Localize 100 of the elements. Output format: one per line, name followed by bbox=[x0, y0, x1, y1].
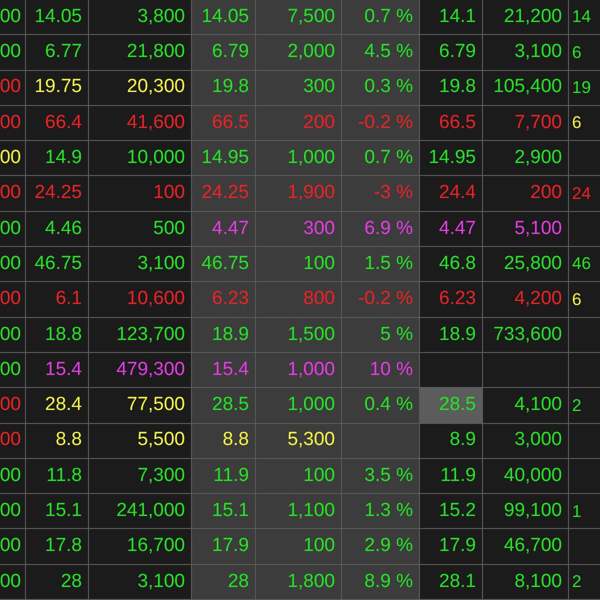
cell-text: 1.5 % bbox=[364, 252, 413, 276]
cell-text: 2.9 % bbox=[364, 534, 413, 558]
cell-text: 100 bbox=[303, 252, 335, 276]
cell-text: 6 bbox=[572, 288, 582, 311]
cell-text: 1,800 bbox=[287, 570, 335, 594]
cell-text: 3,000 bbox=[514, 428, 562, 452]
cell-text: 15.1 bbox=[212, 499, 249, 524]
cell-text: 24.25 bbox=[34, 181, 82, 206]
cell-text: 1,100 bbox=[287, 499, 335, 524]
cell-text: 4,100 bbox=[514, 393, 562, 418]
cell-text: 28.1 bbox=[439, 570, 476, 594]
cell-text: 1,000 bbox=[287, 358, 335, 382]
cell-text: 3,100 bbox=[514, 40, 562, 64]
cell-text: 4.47 bbox=[439, 216, 476, 241]
cell-text: 19 bbox=[572, 76, 591, 99]
cell-text: 14.05 bbox=[34, 4, 82, 29]
cell-text: 15.4 bbox=[212, 358, 249, 382]
cell-text: 00 bbox=[0, 358, 21, 382]
cell-text: 200 bbox=[530, 181, 562, 206]
cell-text: 46,700 bbox=[504, 534, 562, 558]
cell-text: 300 bbox=[303, 216, 335, 241]
cell-text: 8.8 bbox=[56, 428, 82, 452]
cell-text: -0.2 % bbox=[358, 110, 413, 135]
cell-text: 4.46 bbox=[45, 216, 82, 241]
cell-text: 6.79 bbox=[439, 40, 476, 64]
cell-text: 1,900 bbox=[287, 181, 335, 206]
cell-text: 00 bbox=[0, 4, 21, 29]
cell-text: 28 bbox=[60, 570, 82, 594]
cell-text: 14 bbox=[572, 6, 591, 28]
cell-text: 241,000 bbox=[116, 499, 185, 524]
cell-text: 00 bbox=[0, 110, 21, 135]
cell-text: 0.7 % bbox=[364, 4, 413, 29]
cell-text: 8,100 bbox=[514, 570, 562, 594]
cell-text: 28.5 bbox=[212, 393, 249, 418]
cell-text: 479,300 bbox=[116, 358, 185, 382]
cell-text: 24.4 bbox=[439, 181, 476, 206]
cell-text: 16,700 bbox=[126, 534, 185, 558]
cell-text: 2,000 bbox=[287, 40, 335, 64]
cell-text: 14.05 bbox=[201, 4, 249, 29]
cell-text: 19.8 bbox=[439, 75, 476, 100]
cell-text: 15.2 bbox=[439, 499, 476, 524]
cell-text: 00 bbox=[0, 499, 21, 524]
cell-text: 11.9 bbox=[213, 464, 249, 488]
cell-text: 46.75 bbox=[201, 252, 249, 276]
cell-text: 21,800 bbox=[126, 40, 185, 64]
cell-text: 18.9 bbox=[212, 322, 249, 347]
cell-text: 7,300 bbox=[137, 464, 185, 488]
cell-text: 24.25 bbox=[201, 181, 249, 206]
cell-text: 99,100 bbox=[504, 499, 562, 524]
cell-text: 66.4 bbox=[45, 110, 82, 135]
cell-text: 00 bbox=[0, 287, 21, 312]
cell-text: 800 bbox=[303, 287, 335, 312]
cell-text: 00 bbox=[0, 428, 21, 452]
cell-text: 6.1 bbox=[56, 287, 82, 312]
cell-text: 1,500 bbox=[287, 322, 335, 347]
cell-text: 66.5 bbox=[212, 110, 249, 135]
cell-text: 5 % bbox=[380, 322, 413, 347]
cell-text: 40,000 bbox=[504, 464, 562, 488]
cell-text: 28.4 bbox=[45, 393, 82, 418]
cell-text: 28.5 bbox=[439, 393, 476, 418]
cell-text: 6 bbox=[572, 42, 582, 64]
cell-text: 00 bbox=[0, 146, 21, 170]
cell-text: 19.8 bbox=[212, 75, 249, 100]
cell-text: 46 bbox=[572, 253, 591, 276]
cell-text: 11.8 bbox=[46, 464, 82, 488]
cell-text: 17.9 bbox=[212, 534, 249, 558]
cell-text: 2 bbox=[572, 394, 582, 417]
cell-text: 3,800 bbox=[137, 4, 185, 29]
cell-text: 1,000 bbox=[287, 393, 335, 418]
cell-text: 123,700 bbox=[116, 322, 185, 347]
cell-text: 00 bbox=[0, 393, 21, 418]
cell-text: 1,000 bbox=[287, 146, 335, 170]
cell-text: 10 % bbox=[370, 358, 413, 382]
cell-text: 6.23 bbox=[212, 287, 249, 312]
cell-text: 1.3 % bbox=[364, 499, 413, 524]
cell-text: 14.9 bbox=[45, 146, 82, 170]
cell-text: 19.75 bbox=[34, 75, 82, 100]
cell-text: 14.95 bbox=[428, 146, 476, 170]
cell-text: 3,100 bbox=[137, 570, 185, 594]
cell-text: 00 bbox=[0, 252, 21, 276]
cell-text: 733,600 bbox=[493, 322, 562, 347]
cell-text: 3.5 % bbox=[364, 464, 413, 488]
cell-text: 15.1 bbox=[45, 499, 82, 524]
cell-text: 3,100 bbox=[137, 252, 185, 276]
cell-text: 200 bbox=[303, 110, 335, 135]
cell-text: 2 bbox=[572, 571, 582, 594]
cell-text: 5,100 bbox=[514, 216, 562, 241]
cell-text: 00 bbox=[0, 216, 21, 241]
cell-text: 41,600 bbox=[126, 110, 185, 135]
cell-text: 0.7 % bbox=[364, 146, 413, 170]
cell-text: 10,000 bbox=[126, 146, 185, 170]
cell-text: 5,500 bbox=[137, 428, 185, 452]
cell-text: 25,800 bbox=[504, 252, 562, 276]
cell-text: 100 bbox=[303, 534, 335, 558]
cell-text: -0.2 % bbox=[358, 287, 413, 312]
cell-text: 6.23 bbox=[439, 287, 476, 312]
cell-text: 14.1 bbox=[439, 4, 476, 29]
cell-text: 500 bbox=[153, 216, 185, 241]
cell-text: 6.79 bbox=[212, 40, 249, 64]
cell-text: 0.4 % bbox=[364, 393, 413, 418]
